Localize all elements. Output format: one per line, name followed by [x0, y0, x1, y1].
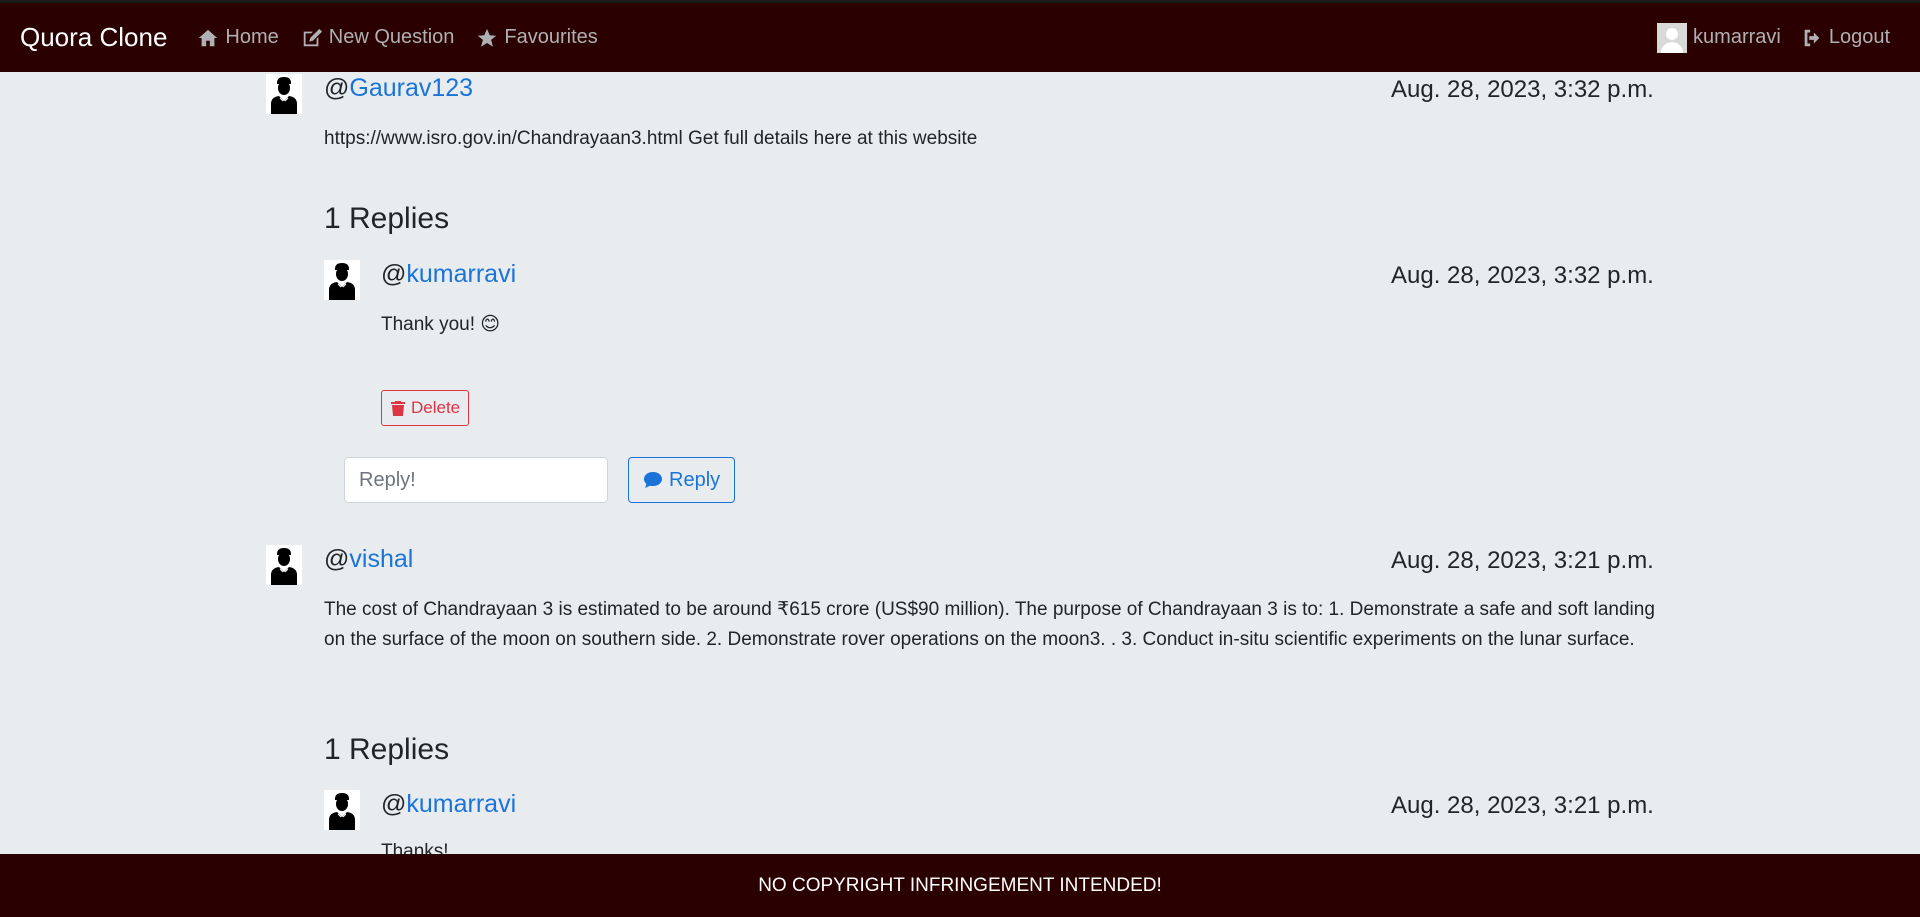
at-sign: @	[324, 545, 350, 573]
comment-timestamp: Aug. 28, 2023, 3:32 p.m.	[1391, 76, 1654, 103]
comment-author-link[interactable]: Gaurav123	[349, 74, 473, 102]
reply-author-link[interactable]: kumarravi	[406, 790, 516, 818]
home-icon	[199, 29, 218, 46]
user-avatar-icon	[324, 790, 360, 830]
reply-timestamp: Aug. 28, 2023, 3:21 p.m.	[1391, 792, 1654, 819]
comment-text: https://www.isro.gov.in/Chandrayaan3.htm…	[324, 128, 978, 149]
reply-text: Thanks!	[381, 841, 449, 854]
nav-logout-link[interactable]: Logout	[1801, 26, 1890, 49]
at-sign: @	[381, 260, 407, 288]
nav-new-question-link[interactable]: New Question	[301, 26, 455, 49]
reply-input[interactable]	[344, 457, 608, 503]
comments-section: @Gaurav123 Aug. 28, 2023, 3:32 p.m. http…	[0, 72, 1920, 854]
at-sign: @	[381, 790, 407, 818]
top-navbar: Quora Clone Home New Question Favourites…	[0, 0, 1920, 72]
avatar	[1657, 22, 1688, 53]
delete-label: Delete	[411, 398, 461, 417]
nav-user-link[interactable]: kumarravi	[1693, 26, 1781, 49]
replies-heading: 1 Replies	[324, 202, 450, 235]
replies-heading: 1 Replies	[324, 733, 450, 766]
reply-author: @kumarravi	[381, 790, 516, 819]
footer-text: NO COPYRIGHT INFRINGEMENT INTENDED!	[758, 874, 1162, 896]
reply-button-label: Reply	[669, 468, 721, 491]
comment-author-link[interactable]: vishal	[349, 545, 413, 573]
reply-text: Thank you! 😊	[381, 314, 501, 335]
logout-icon	[1804, 29, 1820, 46]
comment-icon	[644, 472, 662, 488]
star-icon	[478, 28, 497, 47]
at-sign: @	[324, 74, 350, 102]
logout-label: Logout	[1828, 26, 1890, 48]
user-avatar-icon	[324, 260, 360, 300]
trash-icon	[391, 401, 405, 416]
reply-author-link[interactable]: kumarravi	[406, 260, 516, 288]
comment-text: The cost of Chandrayaan 3 is estimated t…	[324, 599, 1655, 650]
reply-timestamp: Aug. 28, 2023, 3:32 p.m.	[1391, 262, 1654, 289]
nav-home-link[interactable]: Home	[197, 26, 279, 49]
reply-author: @kumarravi	[381, 260, 516, 289]
reply-button[interactable]: Reply	[628, 457, 736, 503]
comment-timestamp: Aug. 28, 2023, 3:21 p.m.	[1391, 547, 1654, 574]
user-avatar-icon	[266, 545, 302, 585]
footer: NO COPYRIGHT INFRINGEMENT INTENDED!	[0, 854, 1920, 917]
nav-favourites-label: Favourites	[504, 26, 598, 48]
nav-favourites-link[interactable]: Favourites	[476, 26, 598, 49]
comment-author: @vishal	[324, 545, 413, 574]
edit-icon	[303, 28, 322, 46]
comment-author: @Gaurav123	[324, 74, 473, 103]
brand-link[interactable]: Quora Clone	[20, 22, 167, 53]
delete-button[interactable]: Delete	[381, 390, 470, 426]
user-avatar-icon	[266, 74, 302, 114]
nav-home-label: Home	[225, 26, 279, 48]
nav-user-area: kumarravi Logout	[1657, 22, 1890, 53]
nav-new-question-label: New Question	[328, 26, 455, 48]
